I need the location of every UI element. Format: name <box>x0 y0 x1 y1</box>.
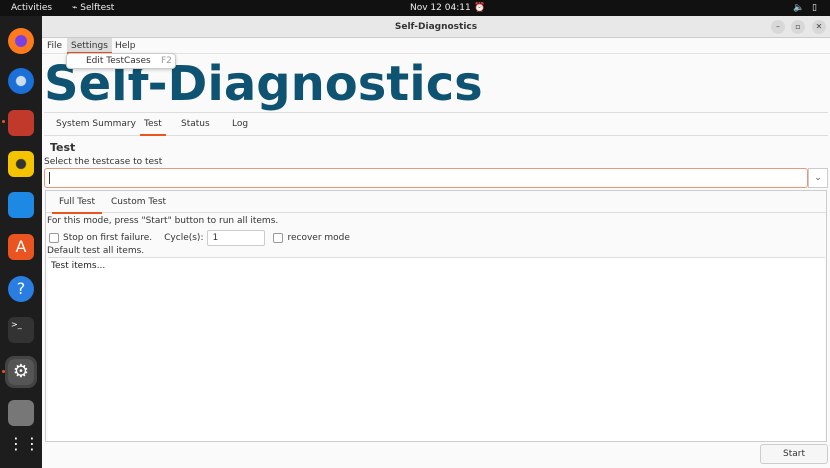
help-icon[interactable]: ? <box>8 276 34 302</box>
default-text: Default test all items. <box>47 246 145 256</box>
tab-system-summary[interactable]: System Summary <box>56 119 136 129</box>
tab-test[interactable]: Test <box>140 119 166 136</box>
maximize-button[interactable]: ▫ <box>791 20 805 34</box>
test-panel: Full Test Custom Test For this mode, pre… <box>45 190 827 442</box>
recover-mode-checkbox[interactable] <box>273 233 284 243</box>
settings-gear-icon[interactable]: ⚙ <box>5 356 37 388</box>
select-label: Select the testcase to test <box>44 157 163 167</box>
power-icon[interactable]: ▯ <box>812 3 817 13</box>
stop-on-failure-label: Stop on first failure. <box>63 233 153 243</box>
thunderbird-icon[interactable] <box>8 68 34 94</box>
stop-on-failure-checkbox[interactable] <box>49 233 59 243</box>
subtab-custom-test[interactable]: Custom Test <box>111 197 166 207</box>
menu-file[interactable]: File <box>47 41 62 51</box>
activities-button[interactable]: Activities <box>11 3 52 13</box>
start-button[interactable]: Start <box>760 444 828 464</box>
app-grid-icon[interactable]: ⋮⋮⋮ <box>8 431 56 457</box>
app-menu[interactable]: ⌁ Selftest <box>72 3 114 13</box>
section-heading: Test <box>50 141 76 154</box>
main-tabs: System Summary Test Status Log <box>44 112 828 136</box>
clock[interactable]: Nov 12 04:11 <box>410 3 471 13</box>
terminal-icon[interactable]: >_ <box>8 317 34 343</box>
menu-bar: File Settings Help <box>42 38 830 54</box>
recover-mode-label: recover mode <box>287 233 350 243</box>
top-bar: Activities ⌁ Selftest Nov 12 04:11 ⏰ 🔈 ▯ <box>0 0 830 16</box>
menu-item-edit-testcases[interactable]: Edit TestCases <box>86 56 151 66</box>
firefox-icon[interactable] <box>8 28 34 54</box>
title-bar: Self-Diagnostics – ▫ ✕ <box>42 16 830 38</box>
files-icon[interactable] <box>8 110 34 136</box>
combo-dropdown-button[interactable]: ⌄ <box>808 168 828 188</box>
software-icon[interactable]: A <box>8 234 34 260</box>
settings-dropdown: Edit TestCases F2 <box>66 53 176 69</box>
cycles-label: Cycle(s): <box>164 233 204 243</box>
tab-log[interactable]: Log <box>232 119 248 129</box>
mode-info: For this mode, press "Start" button to r… <box>47 216 279 226</box>
volume-icon[interactable]: 🔈 <box>793 3 804 13</box>
subtabs: Full Test Custom Test <box>46 191 826 214</box>
menu-help[interactable]: Help <box>115 41 136 51</box>
app-name: Selftest <box>80 3 115 13</box>
shortcut-label: F2 <box>161 56 172 66</box>
close-button[interactable]: ✕ <box>812 20 826 34</box>
text-cursor <box>49 172 50 184</box>
window-title: Self-Diagnostics <box>394 22 478 32</box>
test-items-list[interactable]: Test items... <box>48 257 825 441</box>
list-header[interactable]: Test items... <box>51 261 105 271</box>
tab-status[interactable]: Status <box>181 119 210 129</box>
selftest-app-icon[interactable] <box>8 400 34 426</box>
dock: A ? >_ ⚙ ⋮⋮⋮ <box>0 16 56 468</box>
testcase-combo-input[interactable] <box>44 168 808 188</box>
alarm-icon: ⏰ <box>474 3 486 13</box>
rhythmbox-icon[interactable] <box>8 151 34 177</box>
cycles-input[interactable]: 1 <box>207 230 266 246</box>
menu-settings[interactable]: Settings <box>67 38 112 54</box>
subtab-full-test[interactable]: Full Test <box>52 197 102 214</box>
main-window: Self-Diagnostics – ▫ ✕ File Settings Hel… <box>42 16 830 468</box>
minimize-button[interactable]: – <box>771 20 785 34</box>
writer-icon[interactable] <box>8 192 34 218</box>
